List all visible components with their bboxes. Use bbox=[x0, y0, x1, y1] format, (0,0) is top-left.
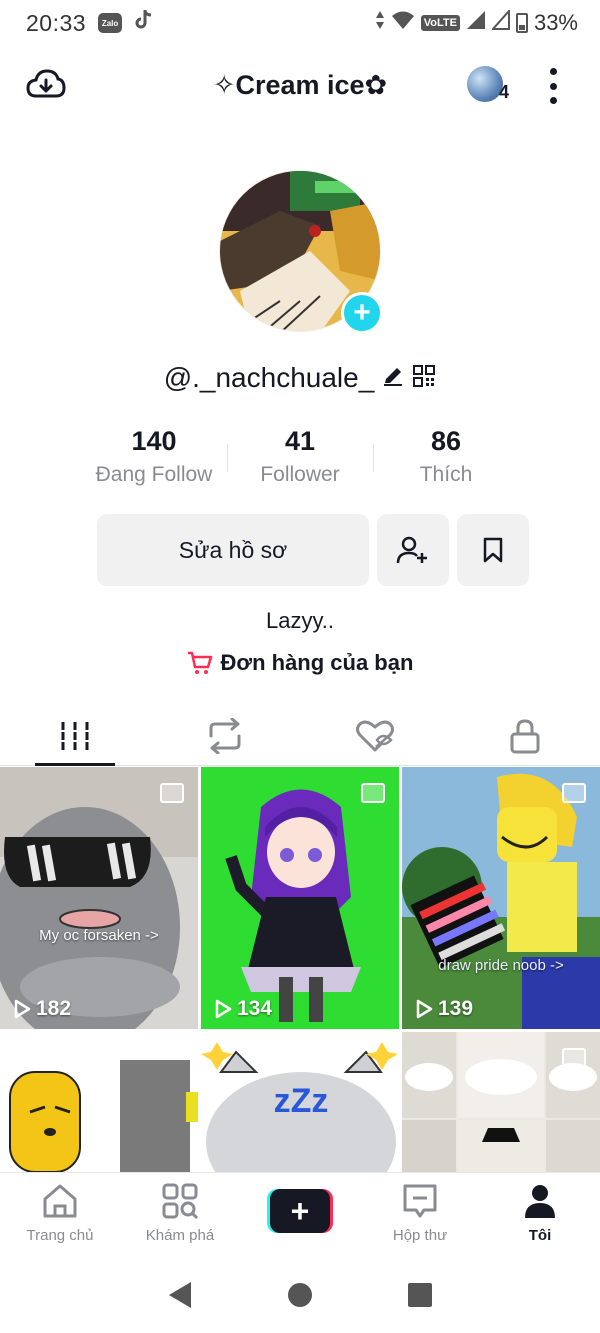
stat-value: 41 bbox=[284, 426, 316, 456]
stat-label: Thích bbox=[419, 463, 473, 486]
edit-pencil-icon[interactable] bbox=[382, 365, 404, 392]
grid-icon bbox=[61, 721, 89, 750]
signal-2-icon bbox=[490, 8, 510, 36]
home-circle-icon[interactable] bbox=[287, 1282, 313, 1308]
profile-avatar-wrap[interactable]: + bbox=[219, 170, 383, 334]
view-count: 139 bbox=[414, 997, 473, 1021]
qr-code-icon[interactable] bbox=[412, 364, 436, 393]
username: @._nachchuale_ bbox=[163, 362, 375, 393]
view-count: 182 bbox=[12, 997, 71, 1021]
stat-value: 140 bbox=[131, 426, 177, 456]
nav-profile[interactable]: Tôi bbox=[480, 1173, 600, 1256]
content-tabs bbox=[0, 706, 600, 766]
video-thumbnail[interactable]: zZz bbox=[201, 1032, 399, 1172]
nav-discover[interactable]: Khám phá bbox=[120, 1173, 240, 1256]
inbox-icon bbox=[403, 1184, 437, 1218]
tab-videos[interactable] bbox=[0, 706, 150, 766]
profile-bio: Lazyy.. bbox=[265, 608, 335, 633]
system-nav bbox=[0, 1256, 600, 1333]
discover-icon bbox=[162, 1183, 198, 1219]
recents-icon[interactable] bbox=[407, 1282, 433, 1308]
orders-link[interactable]: Đơn hàng của bạn bbox=[0, 650, 600, 676]
stat-following[interactable]: 140 Đang Follow bbox=[81, 426, 227, 487]
profile-actions: Sửa hồ sơ bbox=[97, 514, 529, 586]
stat-label: Đang Follow bbox=[95, 463, 213, 486]
video-thumbnail[interactable] bbox=[0, 1032, 198, 1172]
stat-label: Follower bbox=[260, 463, 340, 486]
profile-header: ✧Cream ice✿ 4 bbox=[0, 60, 600, 112]
notification-count: 4 bbox=[499, 82, 510, 102]
zalo-icon: Zalo bbox=[98, 13, 123, 33]
play-icon bbox=[416, 999, 433, 1019]
view-count: 134 bbox=[213, 997, 272, 1021]
play-icon bbox=[14, 999, 31, 1019]
account-switch-avatar[interactable] bbox=[467, 66, 503, 102]
add-story-button[interactable]: + bbox=[341, 292, 383, 334]
profile-stats: 140 Đang Follow 41 Follower 86 Thích bbox=[0, 426, 600, 487]
lock-icon bbox=[510, 718, 540, 753]
back-icon[interactable] bbox=[167, 1280, 193, 1310]
video-thumbnail[interactable] bbox=[402, 1032, 600, 1172]
video-caption: draw pride noob -> bbox=[438, 957, 564, 974]
tab-private[interactable] bbox=[450, 706, 600, 765]
tiktok-notification-icon bbox=[134, 9, 154, 37]
nav-home[interactable]: Trang chủ bbox=[0, 1173, 120, 1256]
view-count-value: 134 bbox=[237, 997, 273, 1020]
page-title: ✧Cream ice✿ bbox=[212, 70, 388, 100]
photo-icon bbox=[562, 783, 586, 803]
nav-label: Tôi bbox=[528, 1227, 552, 1244]
stat-likes[interactable]: 86 Thích bbox=[373, 426, 519, 487]
status-time: 20:33 bbox=[26, 9, 87, 36]
video-thumbnail[interactable]: My oc forsaken -> 182 bbox=[0, 767, 198, 1029]
video-thumbnail[interactable]: 134 bbox=[201, 767, 399, 1029]
nav-label: Khám phá bbox=[145, 1227, 215, 1244]
username-row: @._nachchuale_ bbox=[0, 362, 600, 394]
bottom-nav: Trang chủ Khám phá + Hộp thư Tôi bbox=[0, 1172, 600, 1256]
orders-label: Đơn hàng của bạn bbox=[220, 650, 414, 675]
photo-icon bbox=[160, 783, 184, 803]
nav-inbox[interactable]: Hộp thư bbox=[360, 1173, 480, 1256]
stat-followers[interactable]: 41 Follower bbox=[227, 426, 373, 487]
create-icon: + bbox=[267, 1189, 333, 1233]
more-menu-icon[interactable] bbox=[546, 68, 560, 104]
play-icon bbox=[215, 999, 232, 1019]
nav-create[interactable]: + bbox=[240, 1173, 360, 1256]
favorites-button[interactable] bbox=[457, 514, 529, 586]
edit-profile-button[interactable]: Sửa hồ sơ bbox=[97, 514, 369, 586]
repost-icon bbox=[209, 717, 241, 754]
cart-icon bbox=[187, 651, 212, 674]
video-caption: My oc forsaken -> bbox=[39, 927, 159, 944]
nav-label: Hộp thư bbox=[392, 1227, 448, 1244]
volte-badge: VoLTE bbox=[420, 15, 460, 31]
svg-text:zZz: zZz bbox=[274, 1082, 329, 1120]
bookmark-icon bbox=[483, 537, 503, 563]
add-user-icon bbox=[396, 536, 427, 564]
liked-hidden-icon bbox=[356, 720, 394, 751]
battery-percent: 33% bbox=[533, 10, 578, 35]
photo-icon bbox=[361, 783, 385, 803]
home-icon bbox=[43, 1184, 77, 1218]
view-count-value: 139 bbox=[438, 997, 474, 1020]
wifi-icon bbox=[391, 10, 415, 36]
signal-icon bbox=[466, 10, 486, 36]
status-bar: 20:33 Zalo VoLTE 33% bbox=[0, 0, 600, 46]
tab-reposts[interactable] bbox=[150, 706, 300, 765]
photo-icon bbox=[562, 1048, 586, 1068]
battery-icon bbox=[515, 13, 528, 33]
tab-liked[interactable] bbox=[300, 706, 450, 765]
profile-icon bbox=[525, 1185, 555, 1218]
data-arrows-icon bbox=[375, 10, 385, 36]
video-thumbnail[interactable]: draw pride noob -> 139 bbox=[402, 767, 600, 1029]
add-friend-button[interactable] bbox=[377, 514, 449, 586]
video-grid: My oc forsaken -> 182 134 draw pride noo… bbox=[0, 767, 600, 1172]
stat-value: 86 bbox=[430, 426, 462, 456]
view-count-value: 182 bbox=[36, 997, 72, 1020]
nav-label: Trang chủ bbox=[26, 1227, 94, 1244]
